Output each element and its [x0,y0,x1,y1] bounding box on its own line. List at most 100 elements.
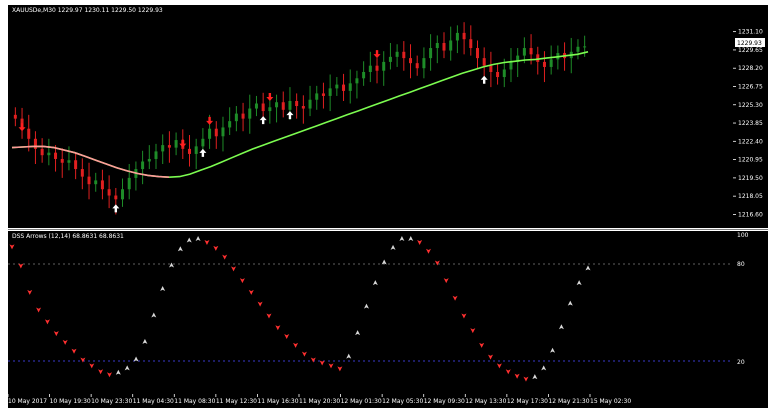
candle-body [395,51,399,57]
candle-body [542,61,546,67]
candle-body [214,128,218,137]
price-tick-label: 1223.85 [738,120,763,127]
candle-body [388,56,392,62]
time-tick-label: 15 May 02:30 [590,398,631,405]
indicator-level-20: 20 [737,359,745,366]
candle-body [482,58,486,66]
candle-body [100,180,104,190]
price-tick-label: 1218.05 [738,193,763,200]
candle-body [74,160,78,170]
candle-body [496,71,500,78]
candle-body [409,58,413,64]
candle-body [536,54,540,62]
candle-body [288,100,292,110]
candle-body [435,42,439,49]
candle-body [382,61,386,71]
candle-body [301,106,305,109]
candle-body [422,58,426,69]
candle-body [455,32,459,41]
time-tick-label: 11 May 04:30 [133,398,174,405]
candle-body [429,48,433,59]
candle-body [33,138,37,149]
candle-body [261,103,265,112]
price-tick-label: 1226.75 [738,83,763,90]
candle-body [281,102,285,110]
time-tick-label: 11 May 12:30 [216,398,257,405]
candle-body [161,145,165,152]
candle-body [549,59,553,67]
time-tick-label: 10 May 19:30 [50,398,91,405]
candle-body [67,160,71,163]
candle-body [107,189,111,196]
candle-body [167,145,171,148]
candle-body [221,127,225,137]
time-tick-label: 12 May 21:30 [548,398,589,405]
candle-body [442,42,446,51]
main-chart-panel[interactable] [8,5,733,228]
candle-body [315,93,319,100]
candle-body [121,189,125,200]
candle-body [87,176,91,185]
candle-body [60,158,64,163]
candle-body [47,152,51,156]
candle-body [241,113,245,119]
candle-body [174,140,178,148]
scroll-corner-mark [758,380,768,383]
indicator-level-80: 80 [737,261,745,268]
candle-body [529,48,533,55]
candle-body [328,88,332,96]
candle-body [147,158,151,162]
indicator-scale[interactable] [733,231,768,394]
price-tick-label: 1228.20 [738,65,763,72]
candle-body [194,146,198,154]
chart-window[interactable]: XAUUSDe,M30 1229.97 1230.11 1229.50 1229… [0,0,770,411]
candle-body [509,61,513,70]
price-tick-label: 1222.40 [738,138,763,145]
candle-body [27,128,31,139]
price-tick-label: 1225.30 [738,102,763,109]
candle-body [402,51,406,59]
price-tick-label: 1220.95 [738,157,763,164]
indicator-level-100: 100 [737,232,749,239]
candle-body [295,100,299,107]
candle-body [462,32,466,40]
price-tick-label: 1219.50 [738,175,763,182]
time-tick-label: 11 May 16:30 [257,398,298,405]
candle-body [362,71,366,79]
candle-body [342,84,346,91]
candle-body [368,65,372,72]
time-tick-label: 12 May 17:30 [507,398,548,405]
time-tick-label: 11 May 20:30 [299,398,340,405]
candle-body [234,113,238,122]
candle-body [348,83,352,91]
candle-body [248,108,252,119]
indicator-panel[interactable] [8,231,733,394]
price-tick-label: 1231.10 [738,29,763,36]
time-tick-label: 12 May 01:30 [341,398,382,405]
candle-body [522,48,526,56]
candle-body [576,46,580,52]
time-tick-label: 12 May 05:30 [382,398,423,405]
time-tick-label: 12 May 09:30 [424,398,465,405]
candle-body [335,84,339,89]
candle-body [228,121,232,128]
candle-body [583,46,587,48]
time-tick-label: 10 May 23:30 [91,398,132,405]
candle-body [114,195,118,200]
candle-body [254,103,258,109]
candle-body [449,40,453,51]
candle-body [268,107,272,112]
candle-body [40,148,44,156]
current-price-label: 1229.93 [737,40,762,47]
price-tick-label: 1229.65 [738,47,763,54]
candle-body [275,102,279,108]
candle-body [469,39,473,49]
indicator-header: DSS Arrows (12,14) 68.8631 68.8631 [12,233,124,240]
candle-body [375,65,379,71]
candle-body [355,78,359,84]
candle-body [489,65,493,72]
candle-body [94,180,98,185]
candle-body [141,161,145,170]
candle-body [154,151,158,159]
candle-body [308,99,312,109]
